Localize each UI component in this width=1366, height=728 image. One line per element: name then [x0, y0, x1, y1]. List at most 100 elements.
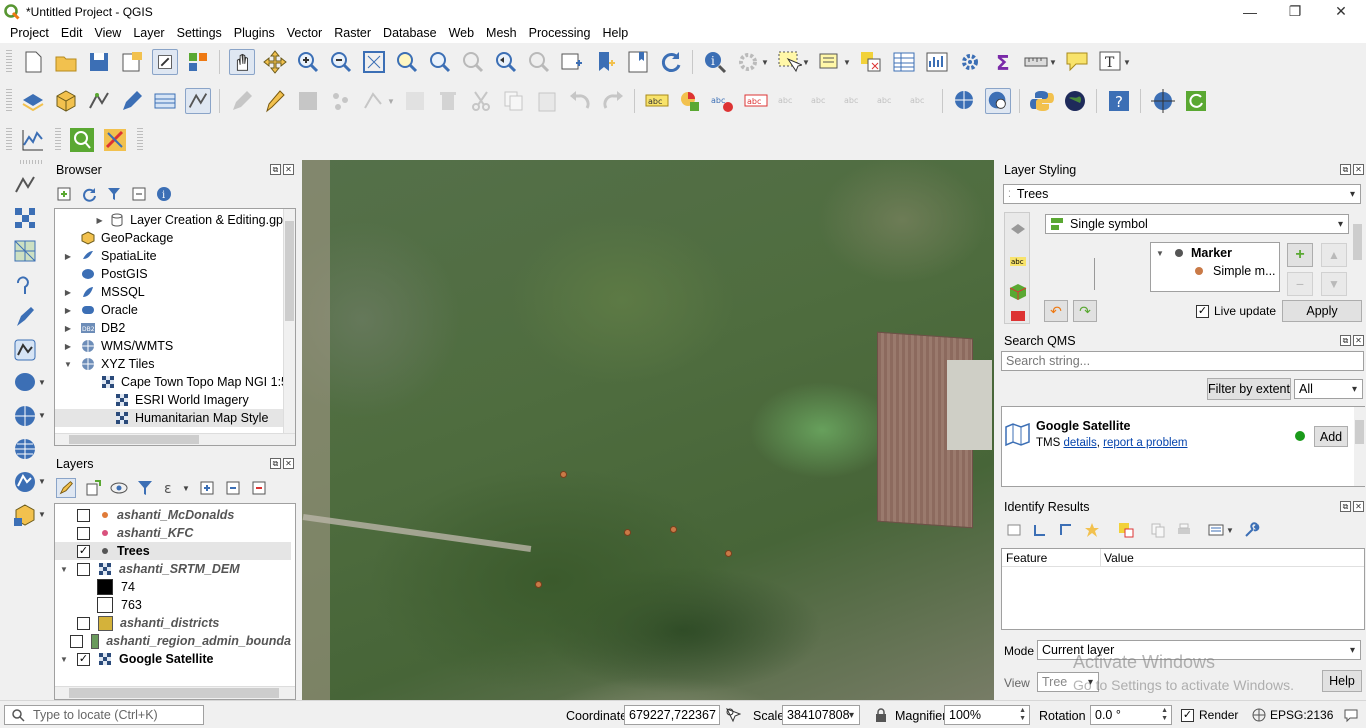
filter-by-expression-icon[interactable]: ε — [162, 479, 180, 497]
chevron-down-icon[interactable]: ▼ — [761, 58, 769, 67]
python-console-icon[interactable] — [1029, 88, 1055, 114]
browser-hscrollbar[interactable] — [55, 433, 295, 445]
styling-tabs-scrollbar[interactable] — [1030, 212, 1042, 324]
menu-help[interactable]: Help — [596, 26, 634, 40]
layers-hscrollbar[interactable] — [55, 686, 295, 699]
remove-symbol-layer-button[interactable]: − — [1287, 272, 1313, 296]
chevron-right-icon[interactable]: ▶ — [61, 324, 75, 333]
identify-settings-icon[interactable] — [1208, 522, 1224, 538]
menu-web[interactable]: Web — [443, 26, 480, 40]
layer-visibility-checkbox[interactable] — [77, 616, 90, 630]
remove-layer-icon[interactable] — [250, 479, 268, 497]
browser-item[interactable]: ▶ Layer Creation & Editing.gp — [55, 211, 283, 229]
rotate-label-icon[interactable]: abc — [875, 88, 901, 114]
legend-item[interactable]: 74 — [55, 578, 291, 596]
zoom-out-icon[interactable] — [328, 49, 354, 75]
menu-layer[interactable]: Layer — [127, 26, 170, 40]
diagram-options-icon[interactable] — [677, 88, 703, 114]
new-project-icon[interactable] — [20, 49, 46, 75]
toggle-extents-icon[interactable] — [725, 707, 741, 723]
refresh-icon[interactable] — [81, 186, 97, 202]
close-panel-icon[interactable]: ✕ — [283, 164, 294, 175]
refresh-icon[interactable] — [658, 49, 684, 75]
paste-features-icon[interactable] — [534, 88, 560, 114]
layer-item[interactable]: ▼ ✓ Google Satellite — [55, 650, 291, 668]
menu-view[interactable]: View — [88, 26, 127, 40]
render-toggle[interactable]: ✓ Render — [1181, 708, 1238, 722]
menu-raster[interactable]: Raster — [328, 26, 377, 40]
collapse-all-icon[interactable] — [131, 186, 147, 202]
report-problem-link[interactable]: report a problem — [1103, 437, 1187, 449]
layer-labeling-icon[interactable]: abc — [710, 88, 736, 114]
chevron-down-icon[interactable]: ▼ — [38, 378, 46, 387]
filter-by-extent-button[interactable]: Filter by extent — [1207, 378, 1291, 400]
copy-feature-icon[interactable] — [1150, 522, 1166, 538]
chevron-down-icon[interactable]: ▼ — [182, 484, 190, 493]
add-vector-layer-icon[interactable] — [12, 172, 38, 198]
minimize-button[interactable]: — — [1227, 0, 1273, 23]
tree-point[interactable] — [725, 550, 732, 557]
add-postgis-layer-icon[interactable] — [12, 370, 38, 396]
add-spatialite-icon[interactable] — [12, 304, 38, 330]
clear-results-icon[interactable] — [1118, 522, 1134, 538]
open-project-icon[interactable] — [53, 49, 79, 75]
layer-item[interactable]: ashanti_KFC — [55, 524, 291, 542]
zoom-next-icon[interactable] — [526, 49, 552, 75]
toolbar-handle[interactable] — [55, 128, 61, 152]
spinner-arrows-icon[interactable]: ▲ ▼ — [1019, 707, 1026, 723]
add-symbol-layer-button[interactable]: + — [1287, 243, 1313, 267]
help-contents-icon[interactable]: ? — [1106, 88, 1132, 114]
layer-visibility-checkbox[interactable] — [77, 526, 90, 540]
styling-scrollbar[interactable] — [1352, 212, 1364, 292]
manage-map-themes-icon[interactable] — [110, 479, 128, 497]
chevron-down-icon[interactable]: ▼ — [1123, 58, 1131, 67]
new-temporary-layer-icon[interactable] — [184, 88, 211, 114]
rotation-spinbox[interactable]: 0.0 ° ▲ ▼ — [1090, 705, 1172, 725]
qms-results-scrollbar[interactable] — [1354, 407, 1366, 486]
cut-features-icon[interactable] — [468, 88, 494, 114]
toggle-editing-icon[interactable] — [262, 88, 288, 114]
menu-mesh[interactable]: Mesh — [480, 26, 523, 40]
layer-visibility-checkbox[interactable] — [69, 634, 83, 648]
browser-item[interactable]: Cape Town Topo Map NGI 1:50 — [55, 373, 295, 391]
float-panel-icon[interactable]: ⧉ — [1340, 335, 1351, 346]
open-layer-styling-icon[interactable] — [56, 478, 76, 498]
select-by-value-icon[interactable] — [817, 49, 843, 75]
change-label-icon[interactable]: abc — [908, 88, 934, 114]
menu-plugins[interactable]: Plugins — [228, 26, 281, 40]
add-selected-layers-icon[interactable] — [56, 186, 72, 202]
zoom-native-icon[interactable] — [460, 49, 486, 75]
value-column-header[interactable]: Value — [1104, 551, 1134, 565]
browser-item[interactable]: ▶ WMS/WMTS — [55, 337, 283, 355]
browser-item[interactable]: GeoPackage — [55, 229, 283, 247]
collapse-all-icon[interactable] — [224, 479, 242, 497]
styling-layer-select[interactable]: ⁚ Trees — [1003, 184, 1361, 204]
earth-icon[interactable] — [1062, 88, 1088, 114]
new-bookmark-icon[interactable] — [592, 49, 618, 75]
layout-manager-icon[interactable] — [185, 49, 211, 75]
move-label-icon[interactable]: abc — [842, 88, 868, 114]
symbology-tab-icon[interactable] — [1009, 219, 1027, 237]
redo-icon[interactable] — [600, 88, 626, 114]
metasearch-icon[interactable] — [952, 88, 978, 114]
add-wms-layer-icon[interactable] — [12, 403, 38, 429]
collapse-tree-icon[interactable] — [1058, 522, 1074, 538]
search-zoom-icon[interactable] — [69, 127, 95, 153]
menu-edit[interactable]: Edit — [55, 26, 89, 40]
delete-selected-icon[interactable] — [435, 88, 461, 114]
renderer-select[interactable]: Single symbol — [1045, 214, 1349, 234]
labels-tab-icon[interactable]: abc — [1009, 253, 1027, 271]
zoom-to-selection-icon[interactable] — [394, 49, 420, 75]
chart-plugin-icon[interactable] — [102, 127, 128, 153]
chevron-down-icon[interactable]: ▼ — [38, 510, 46, 519]
close-button[interactable]: ✕ — [1318, 0, 1364, 23]
browser-item[interactable]: ▶ Oracle — [55, 301, 283, 319]
layer-visibility-checkbox[interactable]: ✓ — [77, 544, 90, 558]
crs-button[interactable]: EPSG:2136 — [1252, 708, 1333, 722]
browser-item[interactable]: ▼ XYZ Tiles — [55, 355, 283, 373]
measure-ruler-icon[interactable] — [1023, 49, 1049, 75]
toolbar-handle[interactable] — [6, 128, 12, 152]
zoom-to-layer-icon[interactable] — [427, 49, 453, 75]
zoom-last-icon[interactable] — [493, 49, 519, 75]
georeferencer-icon[interactable] — [1150, 88, 1176, 114]
